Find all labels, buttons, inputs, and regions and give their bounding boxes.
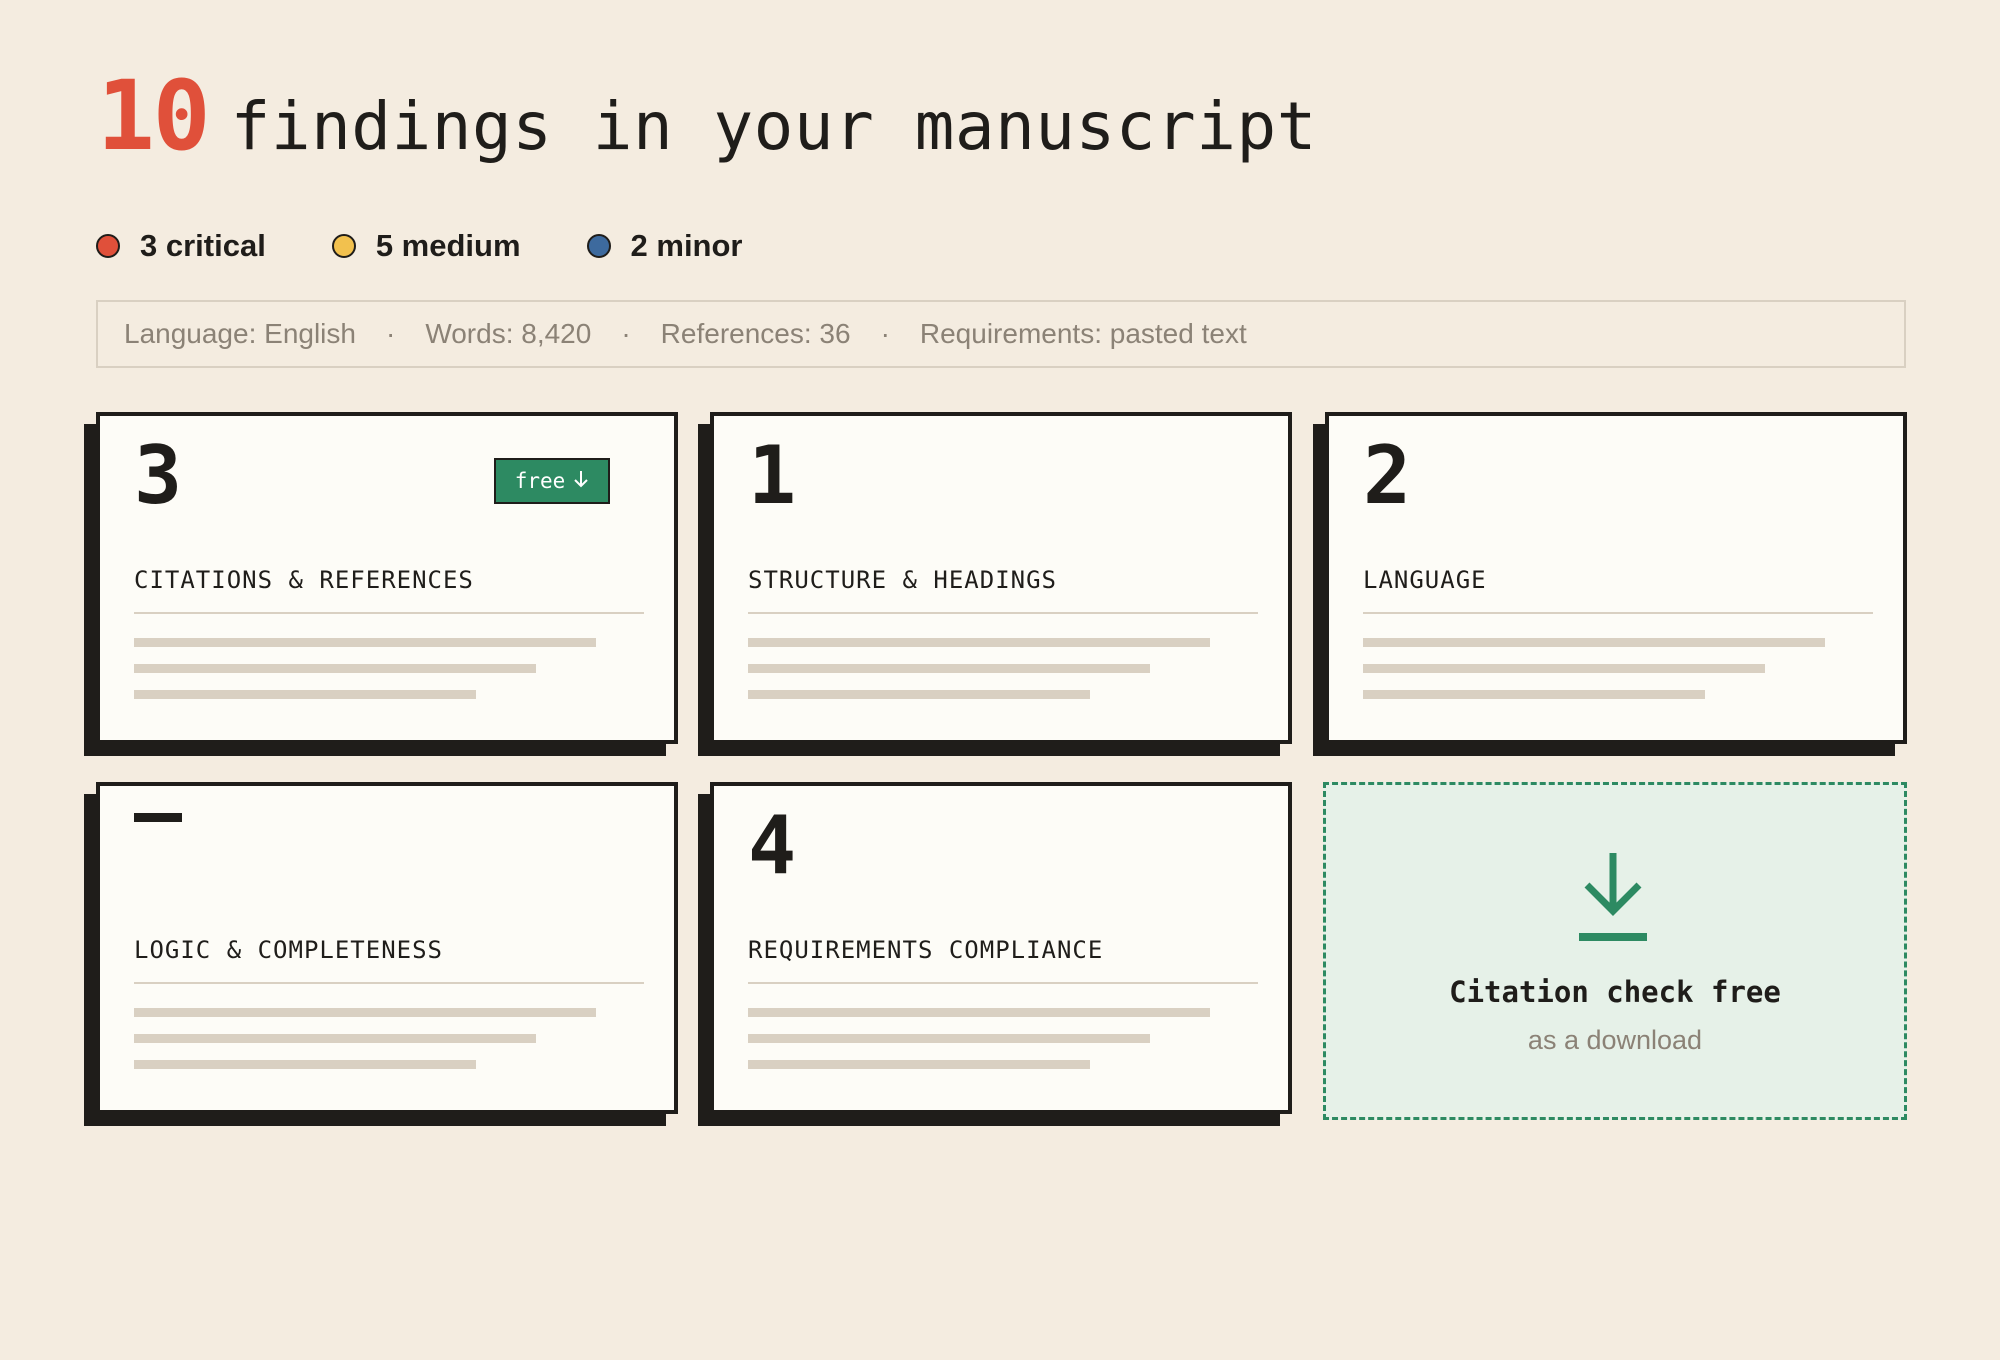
card-divider — [748, 982, 1258, 984]
severity-medium: 5 medium — [331, 228, 521, 264]
meta-requirements: Requirements: pasted text — [919, 318, 1247, 349]
card-count: 2 — [1363, 429, 1412, 522]
meta-separator: · — [621, 318, 631, 349]
download-title: Citation check free — [1449, 975, 1781, 1009]
placeholder-line — [134, 664, 536, 673]
card-title: REQUIREMENTS COMPLIANCE — [748, 936, 1104, 964]
card-title: CITATIONS & REFERENCES — [134, 566, 474, 594]
card-title: LOGIC & COMPLETENESS — [134, 936, 443, 964]
meta-separator: · — [880, 318, 890, 349]
badge-label: free — [514, 469, 566, 493]
card-language[interactable]: 2 LANGUAGE — [1325, 412, 1907, 744]
medium-dot-icon — [331, 234, 356, 258]
minor-dot-icon — [586, 234, 611, 258]
card-divider — [134, 612, 644, 614]
meta-separator: · — [385, 318, 396, 349]
card-title: LANGUAGE — [1363, 566, 1487, 594]
card-count-pending — [134, 813, 182, 822]
meta-language: Language: English — [124, 318, 356, 349]
download-icon — [1575, 849, 1651, 943]
card-title: STRUCTURE & HEADINGS — [748, 566, 1057, 594]
card-divider — [1363, 612, 1873, 614]
card-structure-headings[interactable]: 1 STRUCTURE & HEADINGS — [710, 412, 1292, 744]
meta-references: References: 36 — [660, 318, 851, 349]
severity-minor: 2 minor — [586, 228, 743, 264]
meta-words: Words: 8,420 — [425, 318, 592, 349]
severity-label: 5 medium — [375, 228, 521, 263]
manuscript-meta-bar: Language: English · Words: 8,420 · Refer… — [96, 300, 1906, 368]
placeholder-line — [134, 1060, 476, 1069]
card-citations-references[interactable]: 3 free CITATIONS & REFERENCES — [96, 412, 678, 744]
placeholder-line — [748, 1008, 1210, 1017]
card-divider — [134, 982, 644, 984]
placeholder-line — [748, 664, 1150, 673]
placeholder-line — [1363, 638, 1825, 647]
severity-label: 3 critical — [140, 228, 266, 263]
placeholder-line — [134, 1008, 596, 1017]
critical-dot-icon — [96, 234, 120, 258]
card-count: 4 — [748, 799, 797, 892]
card-requirements-compliance[interactable]: 4 REQUIREMENTS COMPLIANCE — [710, 782, 1292, 1114]
card-logic-completeness[interactable]: LOGIC & COMPLETENESS — [96, 782, 678, 1114]
severity-critical: 3 critical — [96, 228, 266, 264]
placeholder-line — [748, 1060, 1090, 1069]
citation-check-download-card[interactable]: Citation check free as a download — [1323, 782, 1907, 1120]
placeholder-line — [748, 1034, 1150, 1043]
placeholder-line — [134, 638, 596, 647]
placeholder-line — [1363, 690, 1705, 699]
severity-label: 2 minor — [630, 228, 743, 263]
findings-count: 10 — [97, 60, 211, 172]
findings-heading: findings in your manuscript — [230, 88, 1317, 165]
placeholder-line — [1363, 664, 1765, 673]
card-count: 3 — [134, 429, 183, 522]
card-divider — [748, 612, 1258, 614]
placeholder-line — [134, 690, 476, 699]
severity-legend: 3 critical 5 medium 2 minor — [96, 228, 809, 264]
arrow-down-icon — [573, 469, 589, 494]
free-download-badge[interactable]: free — [494, 458, 610, 504]
download-subtitle: as a download — [1527, 1025, 1703, 1055]
placeholder-line — [748, 690, 1090, 699]
placeholder-line — [134, 1034, 536, 1043]
card-count: 1 — [748, 429, 797, 522]
placeholder-line — [748, 638, 1210, 647]
page-title: 10 findings in your manuscript — [97, 68, 1317, 164]
